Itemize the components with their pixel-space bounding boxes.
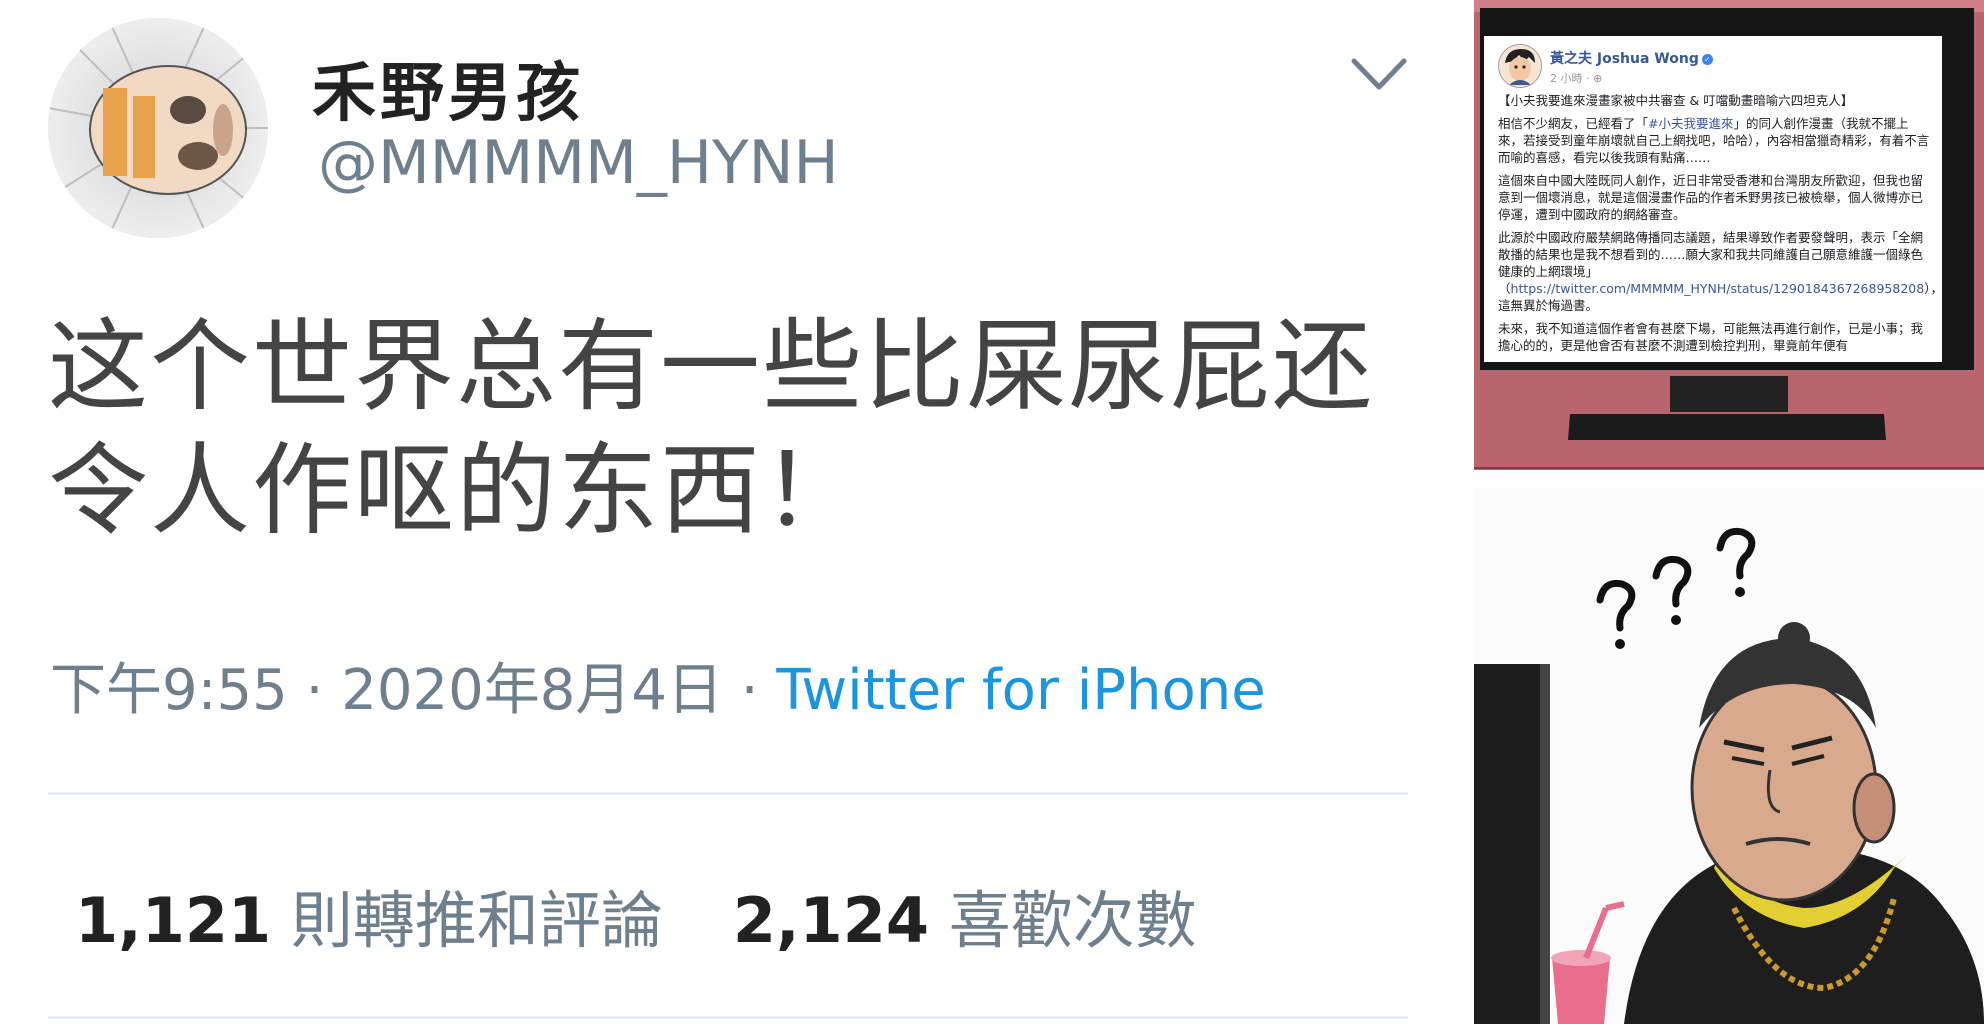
verified-badge-icon: ✓ xyxy=(1701,54,1713,65)
chevron-down-icon[interactable] xyxy=(1350,55,1408,95)
fb-paragraph: 此源於中國政府嚴禁網路傳播同志議題，結果導致作者要發聲明，表示「全網散播的結果也… xyxy=(1498,229,1942,314)
tweet-card: 禾野男孩 @MMMMM_HYNH 这个世界总有一些比屎尿屁还令人作呕的东西！ 下… xyxy=(0,0,1470,1024)
fb-time-text: 2 小時 xyxy=(1550,72,1583,85)
tweet-source-link[interactable]: Twitter for iPhone xyxy=(776,658,1265,723)
comic-panel-character xyxy=(1474,488,1984,1024)
meta-separator: · xyxy=(305,658,324,723)
fb-paragraph: 這個來自中國大陸既同人創作，近日非常受香港和台灣朋友所歡迎，但我也留意到一個壞消… xyxy=(1498,173,1924,222)
user-handle[interactable]: @MMMMM_HYNH xyxy=(318,128,839,198)
fb-hashtag-link[interactable]: #小夫我要進來 xyxy=(1648,116,1733,131)
retweets-count: 1,121 xyxy=(75,884,272,957)
fb-post-header: 黃之夫 Joshua Wong ✓ 2 小時 · ⊕ xyxy=(1498,44,1928,90)
tweet-text: 这个世界总有一些比屎尿屁还令人作呕的东西！ xyxy=(48,308,1374,549)
question-marks-icon xyxy=(1596,527,1756,632)
fb-avatar[interactable] xyxy=(1498,44,1542,88)
fb-paragraph: 未來，我不知道這個作者會有甚麼下場，可能無法再進行創作，已是小事；我擔心的的，更… xyxy=(1498,321,1924,353)
comic-character-illustration xyxy=(1474,527,1984,1024)
likes-stat[interactable]: 2,124 喜歡次數 xyxy=(733,884,1197,957)
divider xyxy=(48,1016,1408,1019)
tweet-time[interactable]: 下午9:55 xyxy=(50,658,288,723)
panel-gap xyxy=(1470,470,1984,488)
fb-post-body: 【小夫我要進來漫畫家被中共審查 & 叮噹動畫暗喻六四坦克人】 相信不少網友，已經… xyxy=(1498,92,1942,360)
likes-label: 喜歡次數 xyxy=(948,884,1197,957)
fb-url-link[interactable]: https://twitter.com/MMMMM_HYNH/status/12… xyxy=(1511,281,1925,296)
retweets-label: 則轉推和評論 xyxy=(290,884,663,957)
tweet-meta: 下午9:55 · 2020年8月4日 · Twitter for iPhone xyxy=(50,645,1266,726)
likes-count: 2,124 xyxy=(732,884,929,957)
user-avatar[interactable] xyxy=(48,18,268,238)
fb-avatar-image xyxy=(1499,45,1541,87)
display-name[interactable]: 禾野男孩 xyxy=(312,42,584,134)
fb-paragraph: 相信不少網友，已經看了「#小夫我要進來」的同人創作漫畫（我就不擺上來，若接受到童… xyxy=(1498,115,1930,166)
fb-post-time[interactable]: 2 小時 · ⊕ xyxy=(1550,70,1602,86)
tweet-stats: 1,121 則轉推和評論 2,124 喜歡次數 xyxy=(75,870,1197,960)
facebook-post: 黃之夫 Joshua Wong ✓ 2 小時 · ⊕ 【小夫我要進來漫畫家被中共審… xyxy=(1484,36,1942,362)
fb-post-title: 【小夫我要進來漫畫家被中共審查 & 叮噹動畫暗喻六四坦克人】 xyxy=(1498,93,1854,108)
globe-icon: ⊕ xyxy=(1593,72,1603,85)
fb-author-name[interactable]: 黃之夫 Joshua Wong ✓ xyxy=(1550,48,1713,68)
meta-separator: · xyxy=(740,658,759,723)
divider xyxy=(48,792,1408,795)
fb-author-text: 黃之夫 Joshua Wong xyxy=(1550,51,1699,67)
avatar-image xyxy=(48,18,268,238)
tweet-date[interactable]: 2020年8月4日 xyxy=(341,658,723,723)
retweets-stat[interactable]: 1,121 則轉推和評論 xyxy=(75,884,663,957)
fb-text: 相信不少網友，已經看了「 xyxy=(1498,116,1649,131)
